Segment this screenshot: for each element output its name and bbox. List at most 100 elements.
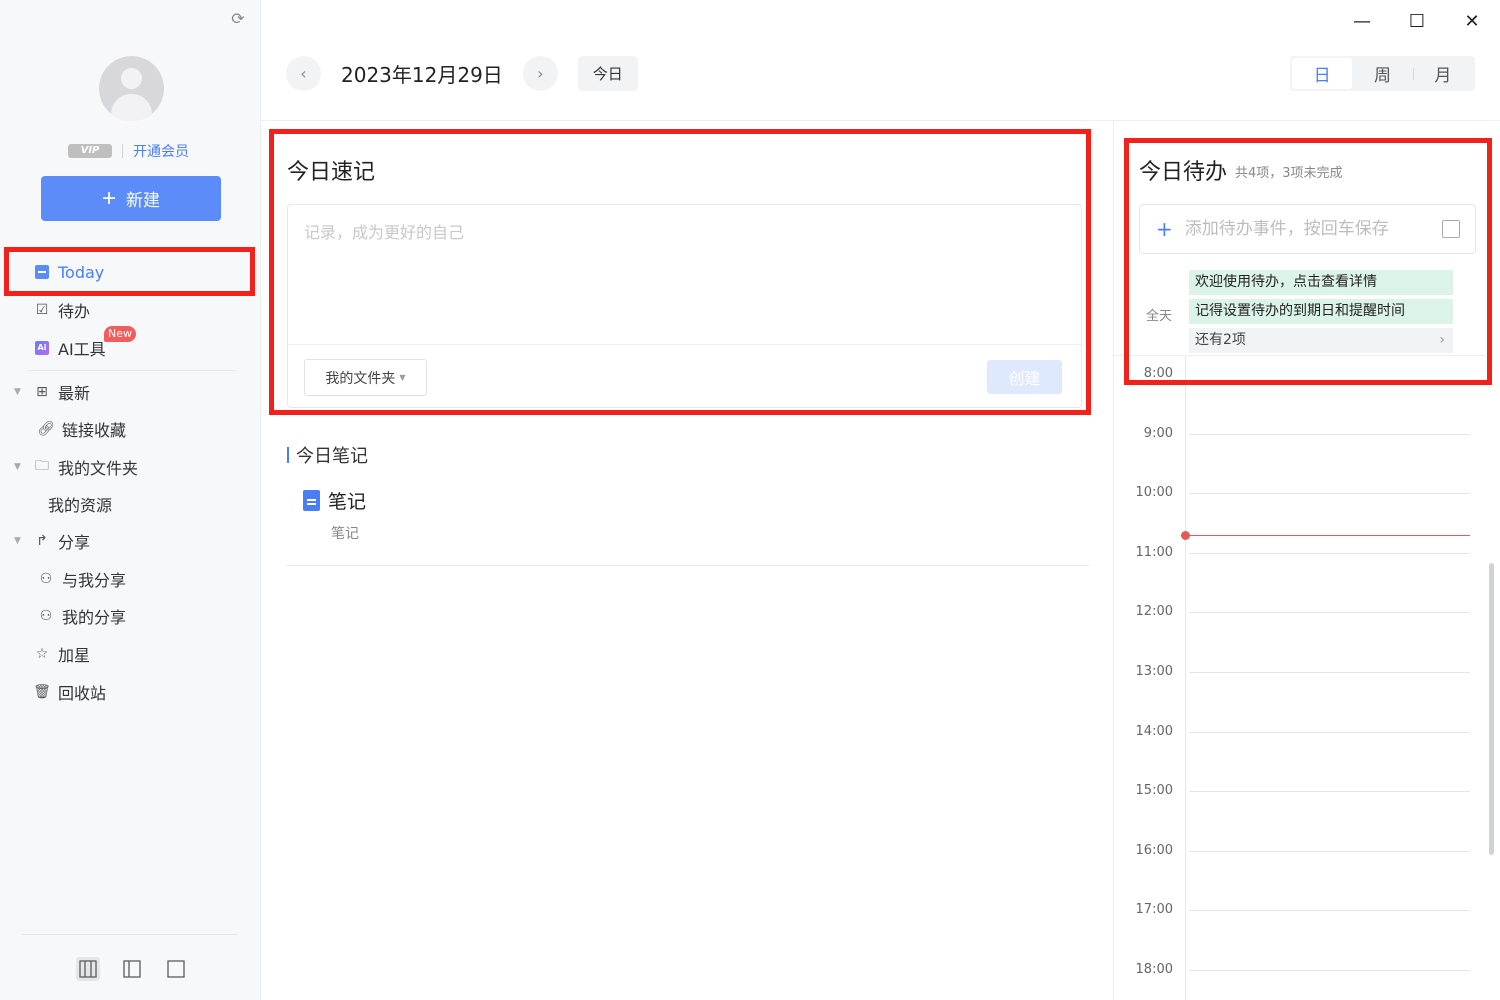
note-item[interactable]: 笔记 xyxy=(303,487,366,514)
add-todo-input[interactable] xyxy=(1184,219,1425,239)
quick-note-title: 今日速记 xyxy=(287,160,376,185)
avatar[interactable] xyxy=(99,56,164,121)
sidebar-item-label: 我的文件夹 xyxy=(58,459,139,478)
view-month-button[interactable]: 月 xyxy=(1412,58,1473,89)
caret-down-icon[interactable]: ▼ xyxy=(14,462,21,472)
chevron-right-icon[interactable]: › xyxy=(522,56,558,91)
sidebar-item-label: 我的分享 xyxy=(62,608,127,627)
single-column-layout-icon[interactable] xyxy=(164,957,188,981)
create-button[interactable]: 创建 xyxy=(987,360,1062,394)
link-icon: 🔗︎ xyxy=(37,421,55,437)
hour-label: 9:00 xyxy=(1143,426,1173,441)
sync-icon[interactable]: ⟳ xyxy=(229,10,247,28)
todo-icon: ☑ xyxy=(35,302,49,318)
new-badge: New xyxy=(104,326,136,342)
sidebar-item-link-collection[interactable]: 🔗︎ 链接收藏 xyxy=(0,411,261,447)
sidebar-item-latest[interactable]: ▼ ⊞ 最新 xyxy=(0,374,261,410)
more-events-label: 还有2项 xyxy=(1195,332,1246,348)
hour-gridline xyxy=(1189,970,1470,971)
hour-label: 10:00 xyxy=(1135,485,1173,500)
folder-select-value: 我的文件夹 xyxy=(325,370,396,387)
ai-icon: Ai xyxy=(34,340,50,356)
todo-title: 今日待办 xyxy=(1139,160,1228,185)
chevron-left-icon[interactable]: ‹ xyxy=(286,56,321,91)
sidebar-item-label: 加星 xyxy=(58,646,91,665)
layout-switcher xyxy=(76,957,188,981)
add-todo-field[interactable]: + xyxy=(1139,204,1476,254)
hour-gridline xyxy=(1189,434,1470,435)
sidebar-item-label: AI工具 xyxy=(58,340,106,359)
caret-down-icon[interactable]: ▼ xyxy=(14,387,21,397)
current-time-line xyxy=(1186,535,1470,536)
hour-gridline xyxy=(1189,732,1470,733)
folder-icon: 🗀︎ xyxy=(35,458,49,474)
today-button[interactable]: 今日 xyxy=(577,56,638,91)
close-icon[interactable]: ✕ xyxy=(1460,10,1484,34)
star-icon: ☆ xyxy=(35,646,49,662)
hour-gridline xyxy=(1189,791,1470,792)
hour-label: 16:00 xyxy=(1135,843,1173,858)
quick-note-editor[interactable]: 记录，成为更好的自己 我的文件夹 ▼ 创建 xyxy=(287,204,1082,408)
two-column-layout-icon[interactable] xyxy=(120,957,144,981)
vip-badge: VIP xyxy=(68,144,112,158)
today-notes-title: 今日笔记 xyxy=(287,442,368,468)
sidebar-item-trash[interactable]: 🗑︎ 回收站 xyxy=(0,674,261,710)
minimize-icon[interactable]: — xyxy=(1350,10,1374,34)
todo-event[interactable]: 欢迎使用待办，点击查看详情 xyxy=(1189,270,1453,295)
sidebar-item-shared-with-me[interactable]: ⚇ 与我分享 xyxy=(0,561,261,597)
new-button[interactable]: + 新建 xyxy=(41,176,221,221)
hour-label: 14:00 xyxy=(1135,724,1173,739)
current-time-dot xyxy=(1181,531,1190,540)
share-icon: ↱ xyxy=(36,533,48,549)
folder-select[interactable]: 我的文件夹 ▼ xyxy=(304,359,427,396)
scrollbar[interactable] xyxy=(1489,563,1494,855)
vip-row: VIP 开通会员 xyxy=(68,141,189,161)
new-button-label: 新建 xyxy=(126,191,160,210)
sidebar-item-label: 我的资源 xyxy=(48,496,113,515)
grid-icon: ⊞ xyxy=(36,384,48,400)
open-membership-link[interactable]: 开通会员 xyxy=(133,141,189,161)
maximize-icon[interactable]: ☐ xyxy=(1405,10,1429,34)
hour-gridline xyxy=(1189,672,1470,673)
quick-note-input[interactable]: 记录，成为更好的自己 xyxy=(304,219,464,243)
sidebar-item-my-shares[interactable]: ⚇ 我的分享 xyxy=(0,598,261,634)
calendar-icon xyxy=(34,264,50,280)
todo-event[interactable]: 记得设置待办的到期日和提醒时间 xyxy=(1189,299,1453,324)
sidebar-item-label: 链接收藏 xyxy=(62,421,127,440)
sidebar-item-label: 分享 xyxy=(58,533,91,552)
sidebar-item-label: Today xyxy=(58,262,105,282)
sidebar-item-starred[interactable]: ☆ 加星 xyxy=(0,636,261,672)
sidebar-item-my-folder[interactable]: ▼ 🗀︎ 我的文件夹 xyxy=(0,449,261,485)
sidebar-item-todo[interactable]: ☑ 待办 xyxy=(0,292,261,328)
hour-label: 18:00 xyxy=(1135,962,1173,977)
note-title: 笔记 xyxy=(328,491,367,513)
view-switcher: 日 周 月 xyxy=(1290,56,1475,91)
current-date: 2023年12月29日 xyxy=(341,63,503,87)
hour-label: 13:00 xyxy=(1135,664,1173,679)
sidebar-item-label: 回收站 xyxy=(58,684,107,703)
document-icon xyxy=(303,490,320,511)
view-week-button[interactable]: 周 xyxy=(1352,58,1412,89)
user-share-icon: ⚇ xyxy=(39,571,53,587)
three-column-layout-icon[interactable] xyxy=(76,957,100,981)
more-events-button[interactable]: 还有2项 › xyxy=(1189,328,1453,353)
view-day-button[interactable]: 日 xyxy=(1292,58,1353,89)
calendar-icon[interactable] xyxy=(1442,220,1460,238)
hour-gridline xyxy=(1189,493,1470,494)
date-navigation: ‹ 2023年12月29日 › 今日 xyxy=(286,56,638,91)
hour-label: 17:00 xyxy=(1135,902,1173,917)
sidebar-item-share[interactable]: ▼ ↱ 分享 xyxy=(0,523,261,559)
caret-down-icon: ▼ xyxy=(399,373,406,382)
caret-down-icon[interactable]: ▼ xyxy=(14,536,21,546)
sidebar-item-my-resources[interactable]: 我的资源 xyxy=(0,486,261,522)
sidebar: ⟳ VIP 开通会员 + 新建 Today ☑ 待办 Ai AI工具 New ▼… xyxy=(0,0,261,1000)
chevron-right-icon: › xyxy=(1439,332,1445,348)
hour-label: 12:00 xyxy=(1135,604,1173,619)
sidebar-item-today[interactable]: Today xyxy=(0,254,261,290)
user-share-icon: ⚇ xyxy=(39,608,53,624)
hour-label: 11:00 xyxy=(1135,545,1173,560)
sidebar-item-label: 最新 xyxy=(58,384,91,403)
sidebar-item-ai-tools[interactable]: Ai AI工具 New xyxy=(0,326,261,366)
sidebar-item-label: 与我分享 xyxy=(62,571,127,590)
hour-gridline xyxy=(1189,851,1470,852)
